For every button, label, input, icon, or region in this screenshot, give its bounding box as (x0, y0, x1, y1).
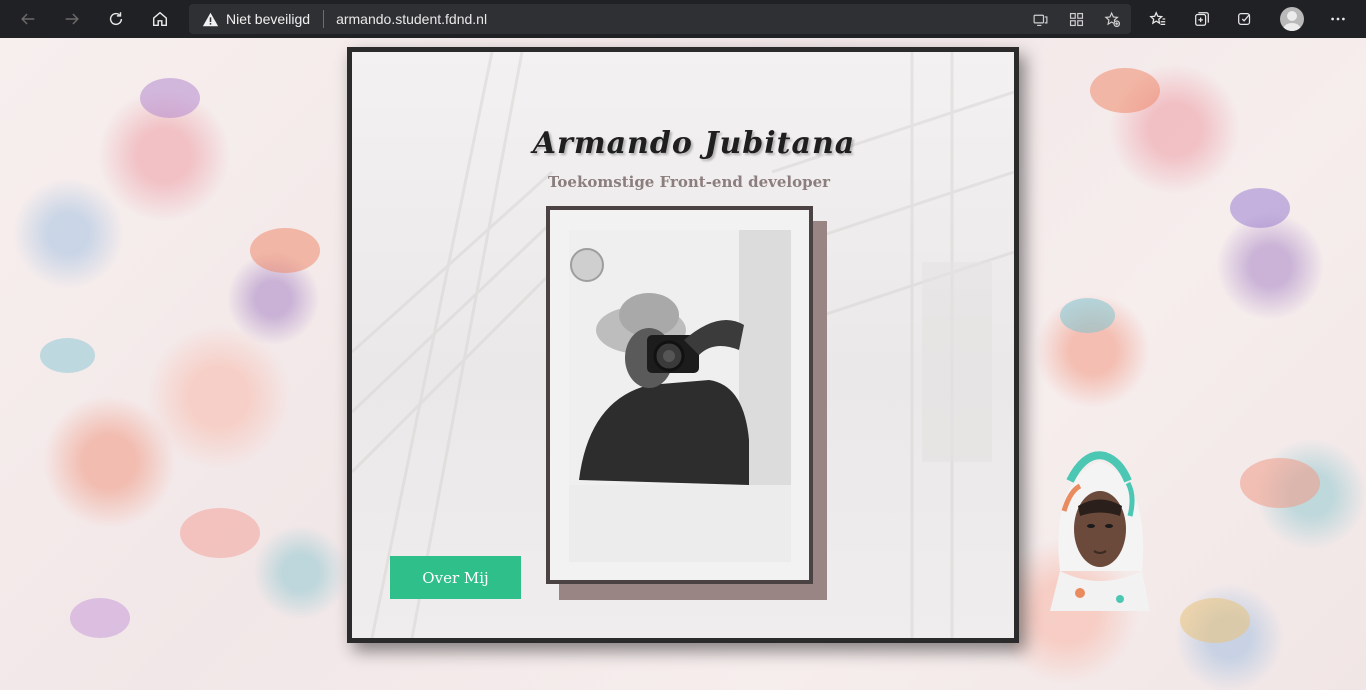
address-bar[interactable]: Niet beveiligd armando.student.fdnd.nl (189, 4, 1131, 34)
apps-icon[interactable] (1065, 8, 1087, 30)
back-button[interactable] (12, 3, 44, 35)
immersive-reader-icon[interactable] (1029, 8, 1051, 30)
add-favorite-icon[interactable] (1101, 8, 1123, 30)
collections-button[interactable] (1186, 3, 1218, 35)
forward-button[interactable] (56, 3, 88, 35)
background-splash (180, 508, 260, 558)
about-me-button[interactable]: Over Mij (390, 556, 521, 599)
page-title-name: Armando Jubitana (532, 126, 856, 161)
extensions-icon (1238, 12, 1251, 26)
favorites-icon (1149, 11, 1166, 26)
background-splash (140, 78, 200, 118)
background-splash (1240, 458, 1320, 508)
browser-toolbar: Niet beveiligd armando.student.fdnd.nl (0, 0, 1366, 38)
background-splash (1230, 188, 1290, 228)
background-splash (250, 228, 320, 273)
home-icon (152, 11, 168, 27)
profile-button[interactable] (1276, 3, 1308, 35)
profile-photo (569, 230, 791, 562)
background-splash (1090, 68, 1160, 113)
profile-avatar (1280, 7, 1304, 31)
reload-button[interactable] (100, 3, 132, 35)
favorites-button[interactable] (1142, 3, 1174, 35)
background-splash (1060, 298, 1115, 333)
security-status[interactable]: Niet beveiligd (226, 11, 310, 27)
background-splash (70, 598, 130, 638)
more-menu-button[interactable] (1322, 3, 1354, 35)
page-viewport: Armando Jubitana Toekomstige Front-end d… (0, 38, 1366, 690)
warning-icon[interactable] (201, 10, 219, 28)
hoodie-portrait-image (1050, 421, 1150, 611)
background-splash (1180, 598, 1250, 643)
collections-icon (1195, 12, 1209, 26)
photo-frame (546, 206, 813, 584)
background-splash (40, 338, 95, 373)
home-button[interactable] (144, 3, 176, 35)
address-separator (323, 10, 325, 28)
extensions-button[interactable] (1229, 3, 1261, 35)
address-bar-actions (1029, 4, 1123, 34)
reload-icon (109, 12, 123, 26)
intro-card: Armando Jubitana Toekomstige Front-end d… (347, 47, 1019, 643)
more-menu-icon (1331, 17, 1345, 21)
url-text[interactable]: armando.student.fdnd.nl (336, 11, 487, 27)
page-subtitle: Toekomstige Front-end developer (547, 173, 831, 191)
forward-arrow-icon (65, 13, 79, 25)
back-arrow-icon (21, 13, 35, 25)
